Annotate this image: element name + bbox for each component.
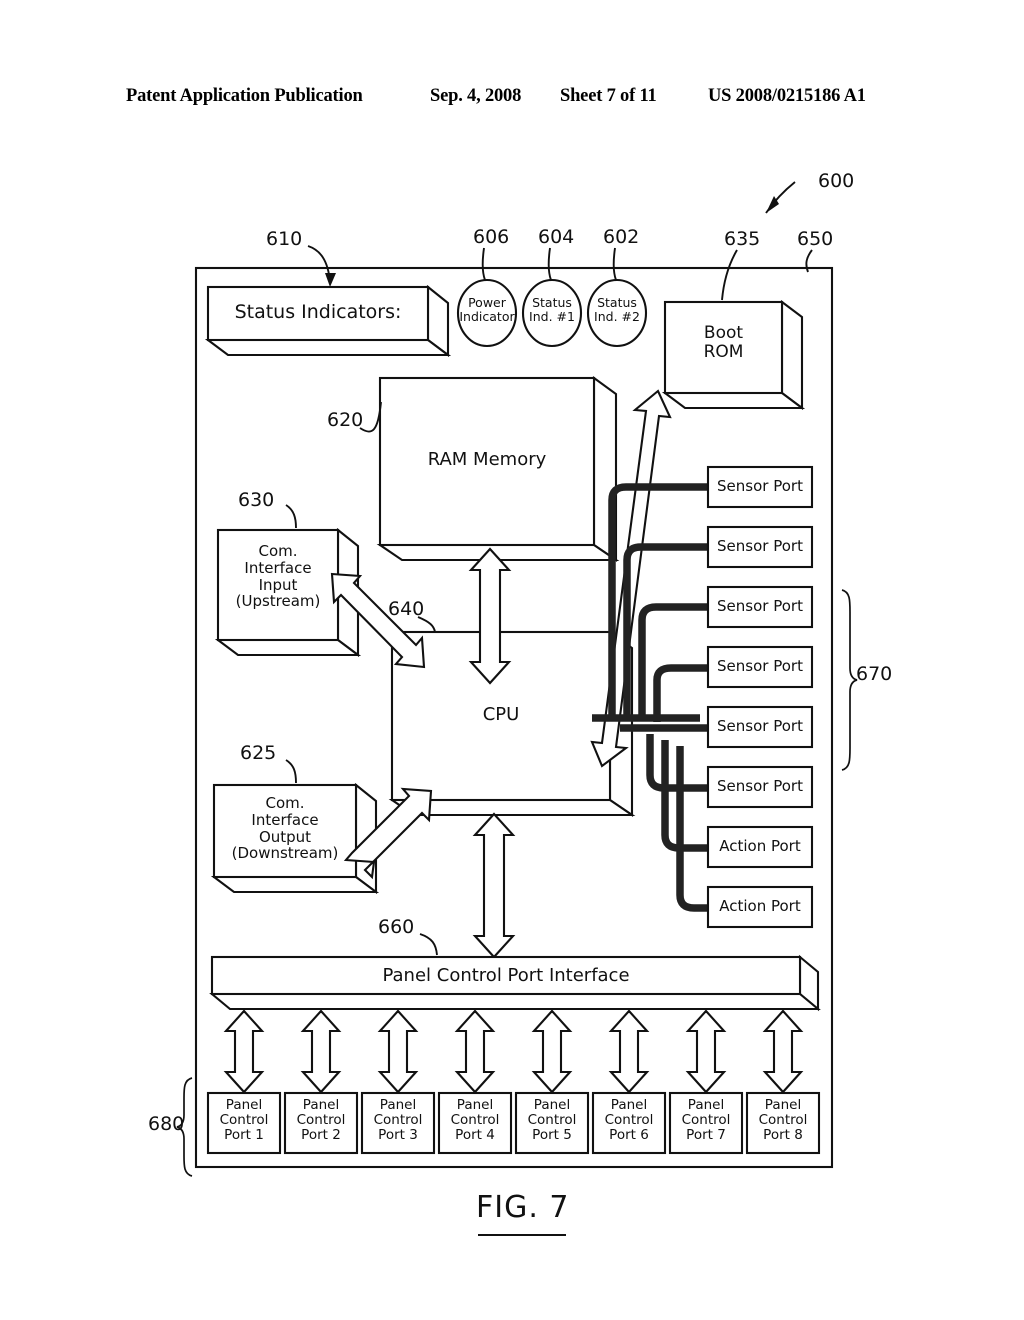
patent-figure-7: .ln { fill:none; stroke:#111; stroke-wid… <box>0 0 1024 1320</box>
io-port-label-2: Sensor Port <box>717 537 803 555</box>
panel-port-label-5: Panel Control Port 5 <box>527 1097 577 1144</box>
figure-caption: FIG. 7 <box>476 1190 570 1225</box>
io-port-label-7: Action Port <box>719 837 801 855</box>
panel-port-label-7: Panel Control Port 7 <box>681 1097 731 1144</box>
panel-port-label-2: Panel Control Port 2 <box>296 1097 346 1144</box>
system-ref-leader <box>765 181 796 214</box>
ref-604: 604 <box>538 226 575 248</box>
ref-660: 660 <box>378 916 415 938</box>
ref-600: 600 <box>818 170 855 192</box>
com-interface-output-label: Com. Interface Output (Downstream) <box>231 794 339 863</box>
io-port-label-5: Sensor Port <box>717 717 803 735</box>
com-interface-input-label: Com. Interface Input (Upstream) <box>235 542 321 611</box>
io-port-label-8: Action Port <box>719 897 801 915</box>
ref-680: 680 <box>148 1113 185 1135</box>
io-port-label-3: Sensor Port <box>717 597 803 615</box>
status-indicators-label: Status Indicators: <box>234 301 402 323</box>
status-ind-1-label: Status Ind. #1 <box>529 295 575 324</box>
power-indicator-label: Power Indicator <box>459 295 515 324</box>
io-port-label-4: Sensor Port <box>717 657 803 675</box>
ref-670: 670 <box>856 663 893 685</box>
status-ind-2-label: Status Ind. #2 <box>594 295 640 324</box>
io-ports-bracket <box>841 589 858 771</box>
ref-610: 610 <box>266 228 303 250</box>
io-port-label-1: Sensor Port <box>717 477 803 495</box>
ref-602: 602 <box>603 226 640 248</box>
panel-control-port-interface-label: Panel Control Port Interface <box>382 965 630 986</box>
ref-620: 620 <box>327 409 364 431</box>
io-port-label-6: Sensor Port <box>717 777 803 795</box>
ref-640: 640 <box>388 598 425 620</box>
panel-port-label-3: Panel Control Port 3 <box>373 1097 423 1144</box>
ref-650: 650 <box>797 228 834 250</box>
ref-635: 635 <box>724 228 761 250</box>
panel-port-label-4: Panel Control Port 4 <box>450 1097 500 1144</box>
ref-630: 630 <box>238 489 275 511</box>
panel-port-label-1: Panel Control Port 1 <box>219 1097 269 1144</box>
panel-port-label-8: Panel Control Port 8 <box>758 1097 808 1144</box>
ref-606: 606 <box>473 226 510 248</box>
ram-memory-label: RAM Memory <box>427 449 547 470</box>
ref-625: 625 <box>240 742 277 764</box>
panel-port-label-6: Panel Control Port 6 <box>604 1097 654 1144</box>
cpu-label: CPU <box>482 704 520 725</box>
boot-rom-label: Boot ROM <box>703 323 744 363</box>
